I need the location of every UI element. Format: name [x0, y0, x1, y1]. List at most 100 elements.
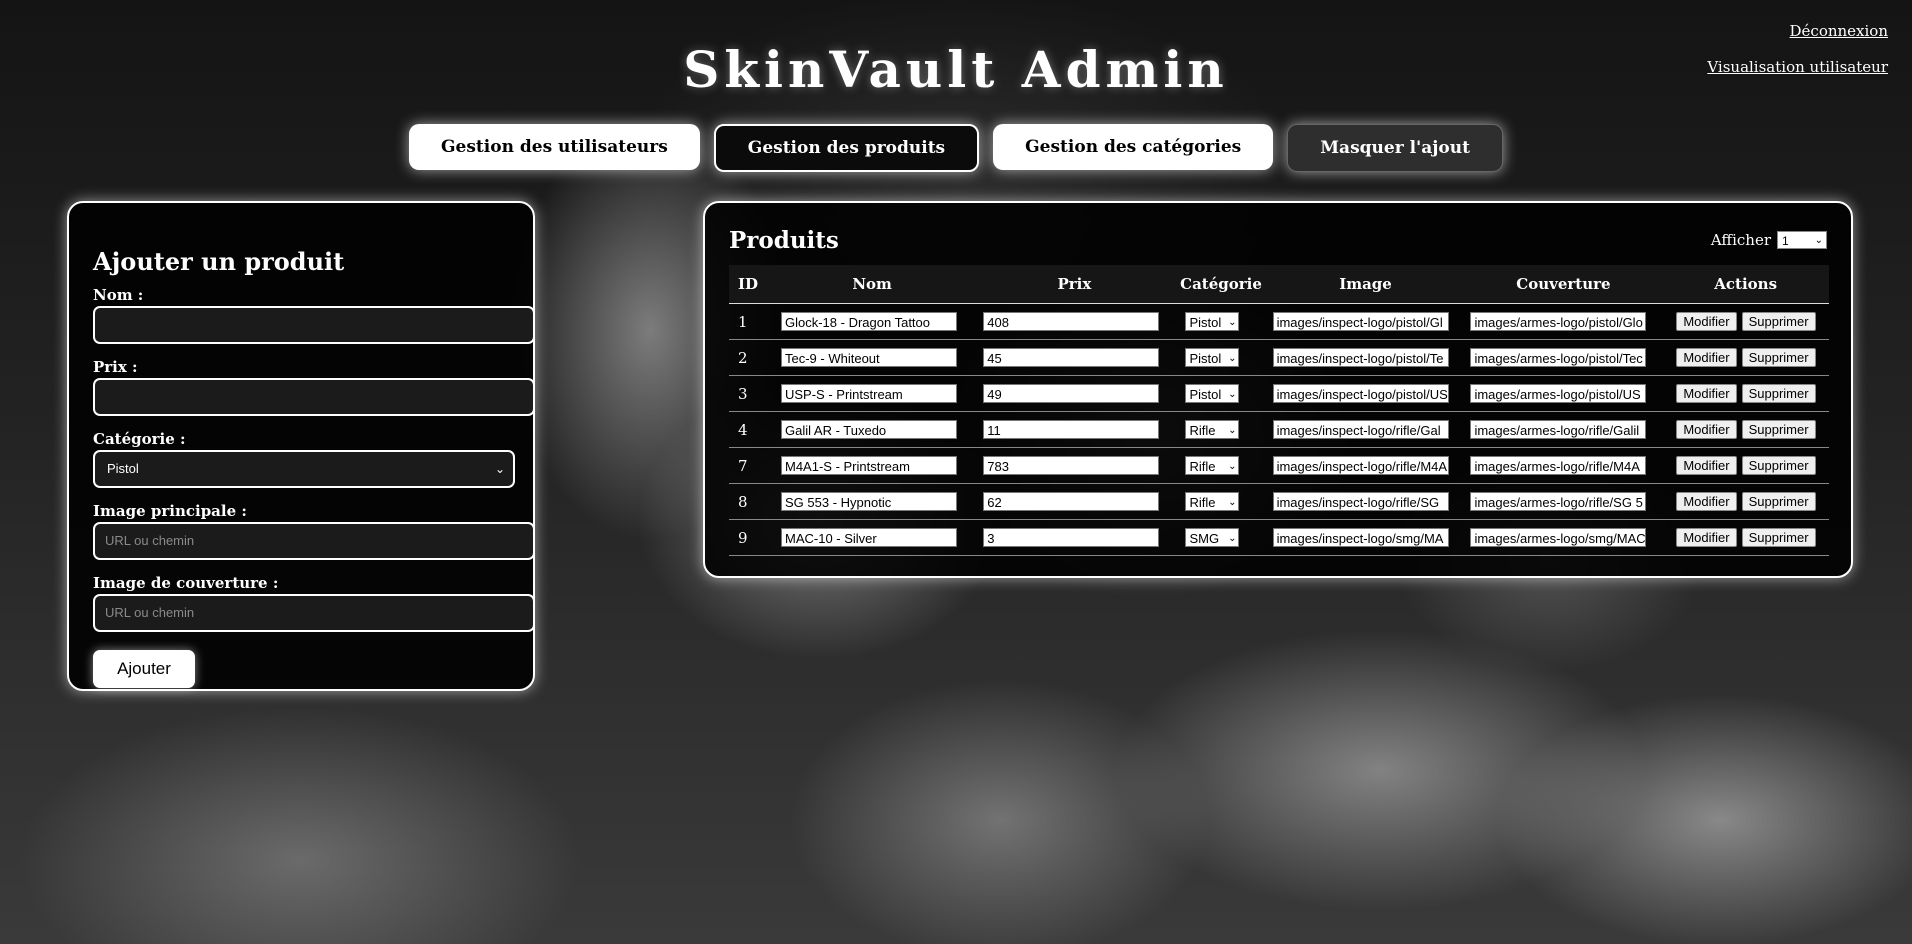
show-label: Afficher	[1710, 231, 1771, 249]
row-name-input[interactable]: Galil AR - Tuxedo	[781, 420, 957, 439]
row-cover-input[interactable]: images/armes-logo/rifle/Galil	[1470, 420, 1647, 439]
edit-button[interactable]: Modifier	[1676, 384, 1737, 403]
row-price-input[interactable]: 49	[983, 384, 1160, 403]
row-category-select[interactable]: Pistol ⌄	[1185, 348, 1240, 367]
table-row: 8 SG 553 - Hypnotic 62 Rifle ⌄ images/inspect…	[729, 483, 1829, 520]
main-nav: Gestion des utilisateurs Gestion des pro…	[0, 124, 1912, 172]
row-cover-input[interactable]: images/armes-logo/smg/MAC	[1470, 528, 1647, 547]
row-price-input[interactable]: 3	[983, 528, 1160, 547]
row-category-select[interactable]: Pistol ⌄	[1185, 384, 1240, 403]
row-actions: Modifier Supprimer	[1676, 528, 1829, 547]
row-category-value: Pistol	[1189, 315, 1222, 330]
row-id: 3	[729, 375, 771, 412]
row-price-input[interactable]: 783	[983, 456, 1160, 475]
products-management-button[interactable]: Gestion des produits	[713, 124, 980, 172]
show-select-value: 1	[1782, 234, 1789, 248]
row-name-input[interactable]: M4A1-S - Printstream	[781, 456, 957, 475]
logout-link[interactable]: Déconnexion	[1707, 22, 1888, 40]
name-input[interactable]	[93, 306, 535, 344]
edit-button[interactable]: Modifier	[1676, 456, 1737, 475]
chevron-down-icon: ⌄	[1814, 235, 1823, 246]
chevron-down-icon: ⌄	[1228, 497, 1237, 508]
row-id: 8	[729, 483, 771, 520]
image-input[interactable]: URL ou chemin	[93, 522, 535, 560]
row-price-input[interactable]: 45	[983, 348, 1160, 367]
delete-button[interactable]: Supprimer	[1741, 456, 1816, 475]
row-image-input[interactable]: images/inspect-logo/pistol/US	[1272, 384, 1449, 403]
row-cover-input[interactable]: images/armes-logo/rifle/SG 5	[1470, 492, 1647, 511]
row-image-input[interactable]: images/inspect-logo/pistol/Gl	[1272, 312, 1449, 331]
products-header: Produits Afficher 1 ⌄	[729, 227, 1827, 265]
category-label: Catégorie :	[93, 430, 186, 448]
users-management-button[interactable]: Gestion des utilisateurs	[409, 124, 700, 170]
row-name-input[interactable]: MAC-10 - Silver	[781, 528, 957, 547]
column-header-actions: Actions	[1662, 265, 1829, 304]
row-cover-input[interactable]: images/armes-logo/pistol/Glo	[1470, 312, 1647, 331]
row-actions: Modifier Supprimer	[1676, 312, 1829, 331]
cover-input[interactable]: URL ou chemin	[93, 594, 535, 632]
chevron-down-icon: ⌄	[494, 462, 505, 476]
category-select[interactable]: Pistol ⌄	[93, 450, 515, 488]
row-category-value: Pistol	[1189, 351, 1222, 366]
row-category-select[interactable]: Rifle ⌄	[1185, 456, 1240, 475]
row-id: 4	[729, 411, 771, 448]
chevron-down-icon: ⌄	[1228, 353, 1237, 364]
row-category-value: Rifle	[1189, 459, 1216, 474]
row-category-select[interactable]: SMG ⌄	[1185, 528, 1240, 547]
hide-add-button[interactable]: Masquer l'ajout	[1287, 124, 1503, 172]
row-image-input[interactable]: images/inspect-logo/rifle/SG	[1272, 492, 1449, 511]
name-label: Nom :	[93, 286, 144, 304]
table-row: 3 USP-S - Printstream 49 Pistol ⌄ images/insp…	[729, 375, 1829, 412]
table-row: 7 M4A1-S - Printstream 783 Rifle ⌄ images/ins…	[729, 447, 1829, 484]
row-name-input[interactable]: Tec-9 - Whiteout	[781, 348, 957, 367]
edit-button[interactable]: Modifier	[1676, 348, 1737, 367]
chevron-down-icon: ⌄	[1228, 533, 1237, 544]
categories-management-button[interactable]: Gestion des catégories	[993, 124, 1274, 170]
category-select-value: Pistol	[107, 461, 139, 476]
row-image-input[interactable]: images/inspect-logo/rifle/Gal	[1272, 420, 1449, 439]
row-price-input[interactable]: 62	[983, 492, 1160, 511]
image-label: Image principale :	[93, 502, 247, 520]
delete-button[interactable]: Supprimer	[1741, 492, 1816, 511]
price-label: Prix :	[93, 358, 138, 376]
row-id: 2	[729, 339, 771, 376]
row-category-select[interactable]: Rifle ⌄	[1185, 420, 1240, 439]
row-actions: Modifier Supprimer	[1676, 420, 1829, 439]
row-category-value: Rifle	[1189, 423, 1216, 438]
row-price-input[interactable]: 11	[983, 420, 1160, 439]
delete-button[interactable]: Supprimer	[1741, 312, 1816, 331]
column-header-cover: Couverture	[1464, 265, 1663, 304]
row-image-input[interactable]: images/inspect-logo/rifle/M4A	[1272, 456, 1449, 475]
delete-button[interactable]: Supprimer	[1741, 528, 1816, 547]
add-product-button[interactable]: Ajouter	[93, 650, 195, 688]
table-row: 1 Glock-18 - Dragon Tattoo 408 Pistol ⌄ image…	[729, 303, 1829, 340]
row-image-input[interactable]: images/inspect-logo/pistol/Te	[1272, 348, 1449, 367]
row-name-input[interactable]: SG 553 - Hypnotic	[781, 492, 957, 511]
row-name-input[interactable]: USP-S - Printstream	[781, 384, 957, 403]
row-category-select[interactable]: Rifle ⌄	[1185, 492, 1240, 511]
row-actions: Modifier Supprimer	[1676, 456, 1829, 475]
edit-button[interactable]: Modifier	[1676, 312, 1737, 331]
column-header-image: Image	[1266, 265, 1465, 304]
row-cover-input[interactable]: images/armes-logo/rifle/M4A	[1470, 456, 1647, 475]
row-name-input[interactable]: Glock-18 - Dragon Tattoo	[781, 312, 957, 331]
delete-button[interactable]: Supprimer	[1741, 420, 1816, 439]
row-cover-input[interactable]: images/armes-logo/pistol/US	[1470, 384, 1647, 403]
products-table: ID Nom Prix Catégorie Image Couverture A…	[729, 265, 1829, 556]
price-input[interactable]	[93, 378, 535, 416]
chevron-down-icon: ⌄	[1228, 317, 1237, 328]
products-panel: Produits Afficher 1 ⌄ ID Nom Prix Catégo…	[703, 201, 1853, 578]
show-select[interactable]: 1 ⌄	[1777, 231, 1827, 249]
edit-button[interactable]: Modifier	[1676, 528, 1737, 547]
row-price-input[interactable]: 408	[983, 312, 1160, 331]
row-id: 9	[729, 519, 771, 556]
edit-button[interactable]: Modifier	[1676, 420, 1737, 439]
add-product-title: Ajouter un produit	[93, 247, 345, 276]
delete-button[interactable]: Supprimer	[1741, 348, 1816, 367]
row-cover-input[interactable]: images/armes-logo/pistol/Tec	[1470, 348, 1647, 367]
row-image-input[interactable]: images/inspect-logo/smg/MA	[1272, 528, 1449, 547]
delete-button[interactable]: Supprimer	[1741, 384, 1816, 403]
table-row: 2 Tec-9 - Whiteout 45 Pistol ⌄ images/inspect…	[729, 339, 1829, 376]
edit-button[interactable]: Modifier	[1676, 492, 1737, 511]
row-category-select[interactable]: Pistol ⌄	[1185, 312, 1240, 331]
